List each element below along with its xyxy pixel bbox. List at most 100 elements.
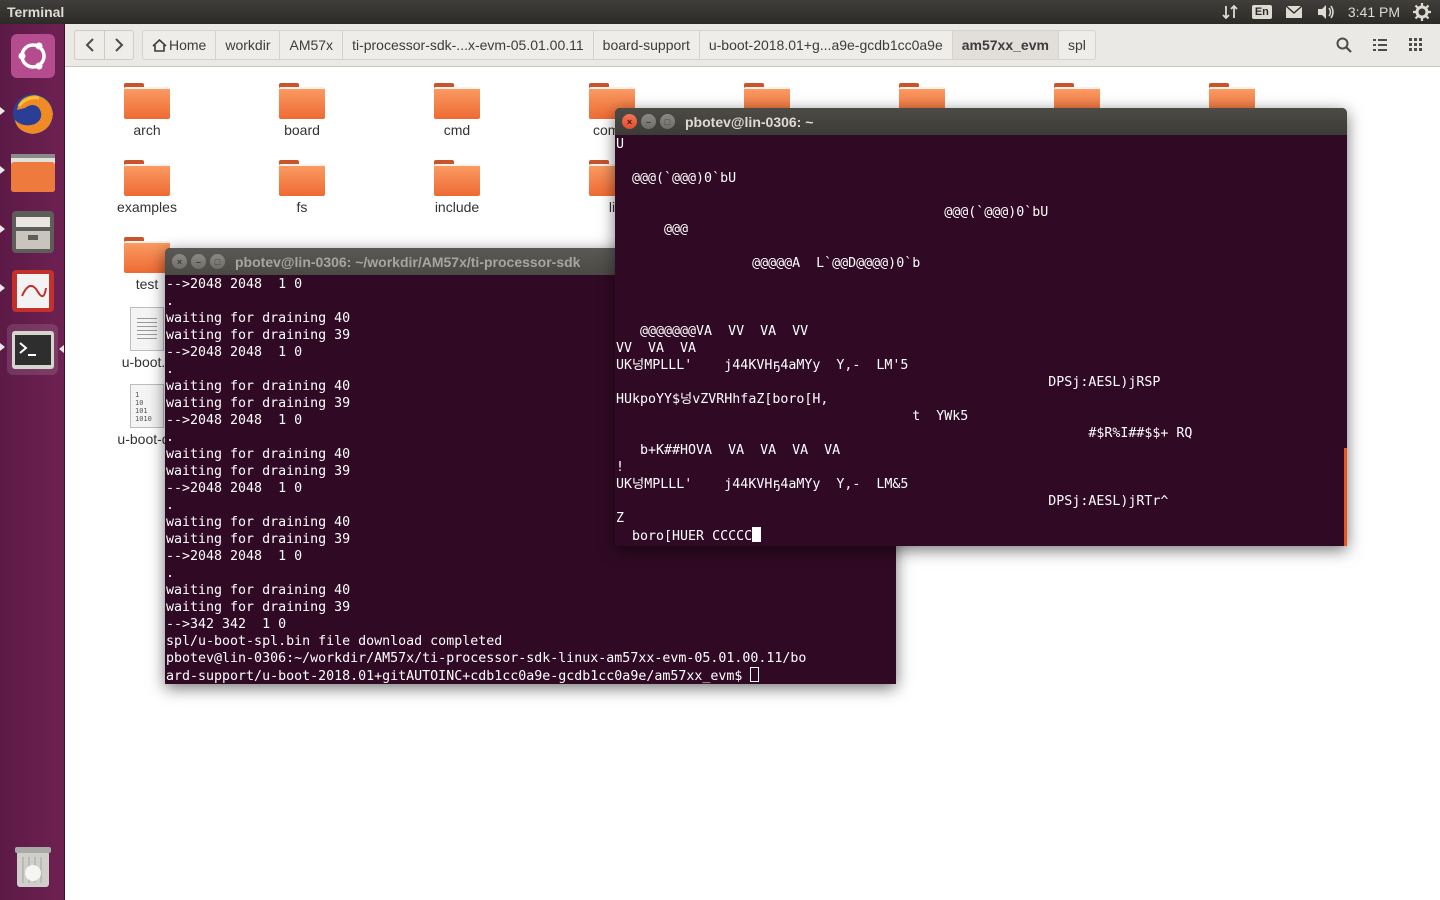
search-icon [1336,37,1352,53]
terminal-line-text: -->2048 2048 1 0 [166,481,303,496]
terminal-line-text: -->2048 2048 1 0 [166,345,303,360]
terminal-cursor [750,667,760,682]
breadcrumb-home[interactable]: Home [142,30,217,60]
terminal-line-text: waiting for draining 39 [166,396,351,411]
terminal-line-text: spl/u-boot-spl.bin file download complet… [166,634,503,649]
breadcrumb-board-support[interactable]: board-support [593,30,700,60]
terminal-line-text: . [166,430,175,445]
terminal-line-text: waiting for draining 40 [166,379,351,394]
terminal-line-text: DPSj:AESL)jRSP [616,375,1161,390]
terminal-line-text: waiting for draining 40 [166,583,351,598]
settings-gear-icon[interactable] [1412,2,1432,22]
terminal-line-text: -->2048 2048 1 0 [166,277,303,292]
terminal-line-text: boro[HUER CCCCC [616,529,753,544]
minimize-icon[interactable]: – [191,254,206,269]
terminal-line-text: @@@ [616,222,689,237]
terminal-line-text: -->2048 2048 1 0 [166,549,303,564]
terminal-title: pbotev@lin-0306: ~ [685,113,814,130]
scrollbar-indicator[interactable] [1344,448,1347,546]
folder-item[interactable]: include [402,160,512,215]
terminal-line-text: UK넝MPLLL' j44KVHҕ4aMYy Y,- LM'5 [616,358,909,373]
app-title: Terminal [7,4,65,20]
terminal-line-text: waiting for draining 40 [166,311,351,326]
terminal-line-text: . [166,566,175,581]
firefox-icon[interactable] [0,88,58,139]
terminal-line: @@@(`@@@)0`bU [616,170,1346,187]
maximize-icon[interactable]: □ [210,254,225,269]
folder-item[interactable]: examples [92,160,202,215]
terminal-line-text: @@@@@A L`@@D@@@@)0`b [616,256,921,271]
breadcrumb-sdk[interactable]: ti-processor-sdk-...x-evm-05.01.00.11 [343,30,594,60]
breadcrumb-spl[interactable]: spl [1058,30,1096,60]
launcher [0,24,65,900]
terminal-line-text: waiting for draining 39 [166,464,351,479]
terminal-line-text: waiting for draining 39 [166,532,351,547]
terminal-output[interactable]: U @@@(`@@@)0`bU @@@(`@@@)0`bU @@@ @@@@@A… [615,135,1347,544]
trash-icon[interactable] [7,840,58,891]
search-button[interactable] [1328,30,1360,60]
breadcrumb-u-boot[interactable]: u-boot-2018.01+g...a9e-gcdb1cc0a9e [699,30,953,60]
terminal-line: DPSj:AESL)jRSP [616,374,1346,391]
terminal-titlebar[interactable]: × – □ pbotev@lin-0306: ~ [615,108,1347,135]
terminal-line-text: -->2048 2048 1 0 [166,413,303,428]
terminal-line-text: . [166,362,175,377]
terminal-line-text: -->342 342 1 0 [166,617,287,632]
list-view-icon [1373,39,1387,51]
folder-item[interactable]: board [247,83,357,138]
terminal-line-text: pbotev@lin-0306:~/workdir/AM57x/ti-proce… [166,651,807,666]
terminal-line: U [616,136,1346,153]
transfer-icon[interactable] [1220,2,1240,22]
terminal-line-text: . [166,498,175,513]
terminal-line-text: @@@(`@@@)0`bU [616,205,1049,220]
terminal-line: @@@@@@@VA VV VA VV [616,323,1346,340]
maximize-icon[interactable]: □ [660,114,675,129]
terminal-line-text: ! [616,460,625,475]
grid-view-button[interactable] [1400,30,1432,60]
terminal-title: pbotev@lin-0306: ~/workdir/AM57x/ti-proc… [235,253,581,270]
terminal-icon[interactable] [0,324,64,375]
list-view-button[interactable] [1364,30,1396,60]
minimize-icon[interactable]: – [641,114,656,129]
archive-manager-icon[interactable] [0,206,58,257]
terminal-line: ! [616,459,1346,476]
terminal-line-text: @@@@@@@VA VV VA VV [616,324,809,339]
folder-icon [279,83,325,119]
back-button[interactable] [74,30,104,60]
clock[interactable]: 3:41 PM [1348,4,1400,20]
folder-icon [124,160,170,196]
close-icon[interactable]: × [172,254,187,269]
terminal-line: VV VA VA [616,340,1346,357]
keyboard-language-icon[interactable]: En [1251,2,1272,22]
forward-button[interactable] [104,30,134,60]
ubuntu-dash-icon[interactable] [7,30,58,81]
terminal-line: -->2048 2048 1 0 [166,548,895,565]
close-icon[interactable]: × [622,114,637,129]
terminal-line: spl/u-boot-spl.bin file download complet… [166,633,895,650]
folder-item[interactable]: fs [247,160,357,215]
terminal-line-text: DPSj:AESL)jRTr^ [616,494,1169,509]
breadcrumb-am57x[interactable]: AM57x [280,30,344,60]
terminal-line: @@@ [616,221,1346,238]
folder-icon [434,83,480,119]
volume-icon[interactable] [1316,2,1336,22]
folder-icon [279,160,325,196]
mail-icon[interactable] [1284,2,1304,22]
terminal-line-text: b+K##HOVA VA VA VA VA [616,443,841,458]
terminal-line: #$R%I##$$+ RQ [616,425,1346,442]
files-icon[interactable] [0,147,58,198]
binary-file-icon: 1 10 101 1010 [130,384,164,428]
terminal-window-front[interactable]: × – □ pbotev@lin-0306: ~ U @@@(`@@@)0`bU… [615,108,1347,546]
breadcrumb-workdir[interactable]: workdir [216,30,281,60]
terminal-line: DPSj:AESL)jRTr^ [616,493,1346,510]
folder-item[interactable]: cmd [402,83,512,138]
document-viewer-icon[interactable] [0,265,58,316]
breadcrumb-am57xx-evm[interactable]: am57xx_evm [952,30,1059,60]
terminal-line: pbotev@lin-0306:~/workdir/AM57x/ti-proce… [166,650,895,667]
view-controls [1328,30,1432,60]
folder-item[interactable]: arch [92,83,202,138]
